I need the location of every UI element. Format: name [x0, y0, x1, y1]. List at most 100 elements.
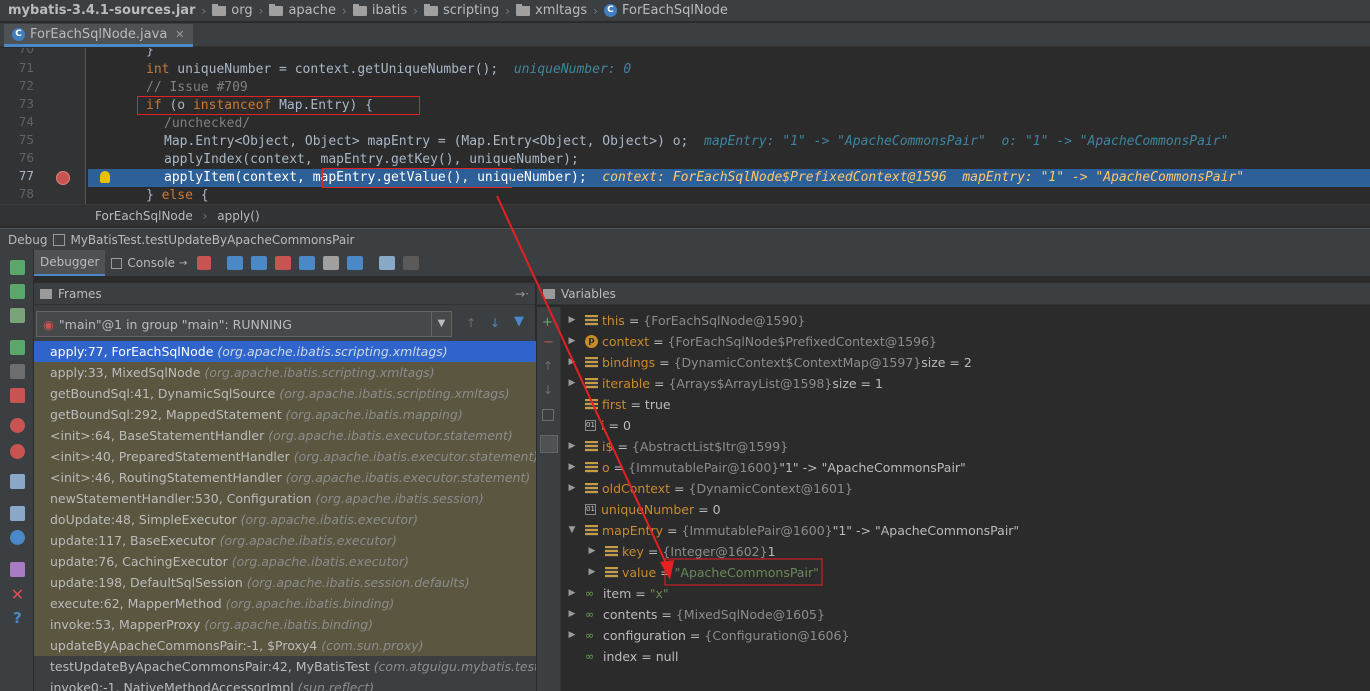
mute-breakpoints-icon[interactable] — [10, 444, 25, 459]
breadcrumb-org[interactable]: org — [212, 3, 253, 18]
modules-icon[interactable] — [10, 308, 25, 323]
new-watch-icon[interactable]: + — [542, 315, 553, 330]
frame-row[interactable]: getBoundSql:41, DynamicSqlSource (org.ap… — [34, 383, 536, 404]
resume-icon[interactable] — [10, 340, 25, 355]
arrow-up-icon[interactable]: ↑ — [466, 316, 476, 330]
update-app-icon[interactable] — [10, 284, 25, 299]
remove-watch-icon[interactable]: − — [543, 335, 554, 350]
show-execution-point-icon[interactable] — [197, 256, 212, 270]
breadcrumb-apache[interactable]: apache — [269, 3, 336, 18]
variable-row[interactable]: ▼ mapEntry = {ImmutablePair@1600} "1" -> "A… — [567, 520, 1020, 541]
camera-icon[interactable] — [10, 474, 25, 489]
run-config-tab[interactable]: MyBatisTest.testUpdateByApacheCommonsPai… — [70, 229, 354, 251]
filter-icon[interactable]: ▼ — [514, 314, 524, 329]
thread-selector[interactable]: ◉ "main"@1 in group "main": RUNNING ▼ — [36, 311, 452, 337]
variable-row[interactable]: ▶ ∞ contents = {MixedSqlNode@1605} — [567, 604, 825, 625]
breakpoint-icon[interactable] — [56, 171, 70, 185]
frame-row[interactable]: apply:77, ForEachSqlNode (org.apache.iba… — [34, 341, 536, 362]
stop-icon[interactable] — [10, 388, 25, 403]
frame-row[interactable]: <init>:40, PreparedStatementHandler (org… — [34, 446, 536, 467]
variable-row[interactable]: ▶ o = {ImmutablePair@1600} "1" -> "ApacheCo… — [567, 457, 966, 478]
run-to-cursor-icon[interactable] — [347, 256, 364, 270]
chevron-down-icon[interactable]: ▼ — [431, 312, 451, 336]
variable-row[interactable]: first = true — [567, 394, 671, 415]
breadcrumb-class[interactable]: C ForEachSqlNode — [603, 3, 728, 18]
expand-icon[interactable]: ▶ — [587, 562, 597, 583]
variable-row[interactable]: ▶ i$ = {AbstractList$Itr@1599} — [567, 436, 789, 457]
variable-row[interactable]: ▶ oldContext = {DynamicContext@1601} — [567, 478, 853, 499]
variable-row[interactable]: ▶ key = {Integer@1602} 1 — [587, 541, 776, 562]
expand-icon[interactable]: ▶ — [567, 583, 577, 604]
step-over-icon[interactable] — [227, 256, 244, 270]
close-icon[interactable]: ✕ — [10, 587, 25, 603]
code-text: uniqueNumber = context.getUniqueNumber()… — [169, 62, 514, 77]
pin-arrow-icon[interactable]: →· — [515, 283, 529, 305]
variable-row[interactable]: ▶ ∞ configuration = {Configuration@1606} — [567, 625, 850, 646]
expand-icon[interactable]: ▶ — [567, 457, 577, 478]
force-step-into-icon[interactable] — [275, 256, 292, 270]
close-icon[interactable]: ✕ — [175, 28, 184, 41]
breadcrumb-ibatis[interactable]: ibatis — [352, 3, 407, 18]
variable-row[interactable]: ▶ bindings = {DynamicContext$ContextMap@159… — [567, 352, 972, 373]
step-into-icon[interactable] — [251, 256, 268, 270]
frame-row[interactable]: invoke:53, MapperProxy (org.apache.ibati… — [34, 614, 536, 635]
arrow-up-icon[interactable]: ↑ — [543, 359, 553, 373]
lightbulb-icon[interactable] — [100, 171, 110, 183]
frame-row[interactable]: update:117, BaseExecutor (org.apache.iba… — [34, 530, 536, 551]
breadcrumb-class[interactable]: ForEachSqlNode — [95, 209, 193, 223]
breadcrumb-jar[interactable]: mybatis-3.4.1-sources.jar — [8, 3, 195, 18]
tab-debugger[interactable]: Debugger — [34, 250, 106, 276]
variable-row[interactable]: 01 uniqueNumber = 0 — [567, 499, 721, 520]
variable-row[interactable]: ∞ index = null — [567, 646, 678, 667]
code-editor[interactable]: 70 71 72 73 74 75 76 77 78 } int uniqueN… — [0, 48, 1370, 204]
breadcrumb-xmltags[interactable]: xmltags — [516, 3, 587, 18]
drop-frame-icon[interactable] — [323, 256, 340, 270]
copy-icon[interactable] — [542, 409, 554, 421]
frame-row[interactable]: apply:33, MixedSqlNode (org.apache.ibati… — [34, 362, 536, 383]
variable-row[interactable]: ▶ iterable = {Arrays$ArrayList@1598} size =… — [567, 373, 883, 394]
editor-tab-foreachsqlnode[interactable]: C ForEachSqlNode.java ✕ — [4, 24, 193, 47]
frame-row[interactable]: getBoundSql:292, MappedStatement (org.ap… — [34, 404, 536, 425]
expand-icon[interactable]: ▶ — [567, 373, 577, 394]
expand-icon[interactable]: ▶ — [567, 625, 577, 646]
variable-row[interactable]: ▶ ∞ item = "x" — [567, 583, 669, 604]
collapse-icon[interactable]: ▼ — [567, 520, 577, 541]
frame-row[interactable]: newStatementHandler:530, Configuration (… — [34, 488, 536, 509]
frame-row[interactable]: updateByApacheCommonsPair:-1, $Proxy4 (c… — [34, 635, 536, 656]
evaluate-expression-icon[interactable] — [379, 256, 396, 270]
frame-row[interactable]: execute:62, MapperMethod (org.apache.iba… — [34, 593, 536, 614]
show-watches-icon[interactable] — [540, 435, 558, 453]
layout-icon[interactable] — [10, 506, 25, 521]
trace-icon[interactable] — [403, 256, 420, 270]
frame-row[interactable]: testUpdateByApacheCommonsPair:42, MyBati… — [34, 656, 536, 677]
tab-console[interactable]: Console → — [105, 250, 193, 276]
expand-icon[interactable]: ▶ — [567, 604, 577, 625]
rerun-icon[interactable] — [10, 260, 25, 275]
arrow-down-icon[interactable]: ↓ — [543, 383, 553, 397]
frame-row[interactable]: doUpdate:48, SimpleExecutor (org.apache.… — [34, 509, 536, 530]
expand-icon[interactable]: ▶ — [587, 541, 597, 562]
pause-icon[interactable] — [10, 364, 25, 379]
pin-icon[interactable] — [10, 562, 25, 577]
expand-icon[interactable]: ▶ — [567, 310, 577, 331]
frame-row[interactable]: <init>:64, BaseStatementHandler (org.apa… — [34, 425, 536, 446]
variable-row[interactable]: ▶ this = {ForEachSqlNode@1590} — [567, 310, 806, 331]
breadcrumb-method[interactable]: apply() — [217, 209, 259, 223]
expand-icon[interactable]: ▶ — [567, 331, 577, 352]
variable-row[interactable]: ▶ p context = {ForEachSqlNode$PrefixedContex… — [567, 331, 937, 352]
frame-row[interactable]: invoke0:-1, NativeMethodAccessorImpl (su… — [34, 677, 536, 691]
variable-row[interactable]: ▶ value = "ApacheCommonsPair" — [587, 562, 819, 583]
help-icon[interactable]: ? — [10, 611, 25, 626]
variable-row[interactable]: 01 i = 0 — [567, 415, 631, 436]
breadcrumb-scripting[interactable]: scripting — [423, 3, 499, 18]
frame-row[interactable]: <init>:46, RoutingStatementHandler (org.… — [34, 467, 536, 488]
expand-icon[interactable]: ▶ — [567, 352, 577, 373]
expand-icon[interactable]: ▶ — [567, 478, 577, 499]
step-out-icon[interactable] — [299, 256, 316, 270]
settings-icon[interactable] — [10, 530, 25, 545]
frame-row[interactable]: update:198, DefaultSqlSession (org.apach… — [34, 572, 536, 593]
expand-icon[interactable]: ▶ — [567, 436, 577, 457]
view-breakpoints-icon[interactable] — [10, 418, 25, 433]
arrow-down-icon[interactable]: ↓ — [490, 316, 500, 330]
frame-row[interactable]: update:76, CachingExecutor (org.apache.i… — [34, 551, 536, 572]
